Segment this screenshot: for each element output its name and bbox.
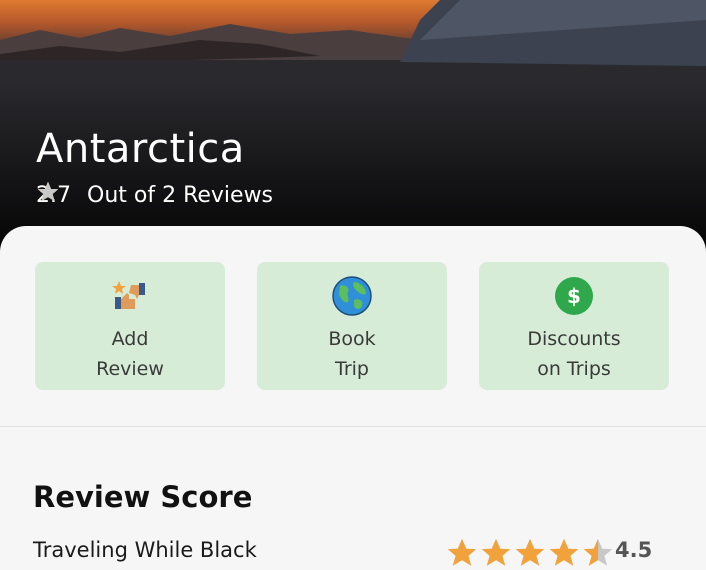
star-icon bbox=[515, 538, 545, 566]
star-icon bbox=[549, 538, 579, 566]
details-panel: Add Review Book Trip $ Discounts on Trip… bbox=[0, 226, 706, 570]
add-review-label: Add Review bbox=[96, 328, 164, 380]
score-stars bbox=[445, 536, 615, 570]
star-icon bbox=[481, 538, 511, 566]
add-review-button[interactable]: Add Review bbox=[35, 262, 225, 390]
destination-title: Antarctica bbox=[36, 126, 245, 172]
section-divider bbox=[0, 426, 706, 427]
star-icon bbox=[447, 538, 477, 566]
score-row: Traveling While Black 4.5 bbox=[33, 538, 673, 570]
star-icon bbox=[583, 538, 613, 566]
review-score-title: Review Score bbox=[33, 480, 253, 514]
discounts-button[interactable]: $ Discounts on Trips bbox=[479, 262, 669, 390]
star-icon bbox=[38, 182, 58, 201]
globe-icon bbox=[332, 276, 372, 316]
hero-image: Antarctica 2.7 Out of 2 Reviews bbox=[0, 0, 706, 262]
thumbs-review-icon bbox=[110, 276, 150, 316]
discounts-label: Discounts on Trips bbox=[527, 328, 621, 380]
dollar-coin-icon: $ bbox=[554, 276, 594, 316]
svg-text:$: $ bbox=[567, 284, 581, 308]
book-trip-button[interactable]: Book Trip bbox=[257, 262, 447, 390]
score-category-label: Traveling While Black bbox=[33, 538, 257, 562]
destination-rating: 2.7 Out of 2 Reviews bbox=[36, 180, 273, 210]
book-trip-label: Book Trip bbox=[328, 328, 376, 380]
quick-actions: Add Review Book Trip $ Discounts on Trip… bbox=[35, 262, 669, 390]
score-value: 4.5 bbox=[615, 538, 653, 562]
reviews-count: Out of 2 Reviews bbox=[87, 182, 274, 208]
